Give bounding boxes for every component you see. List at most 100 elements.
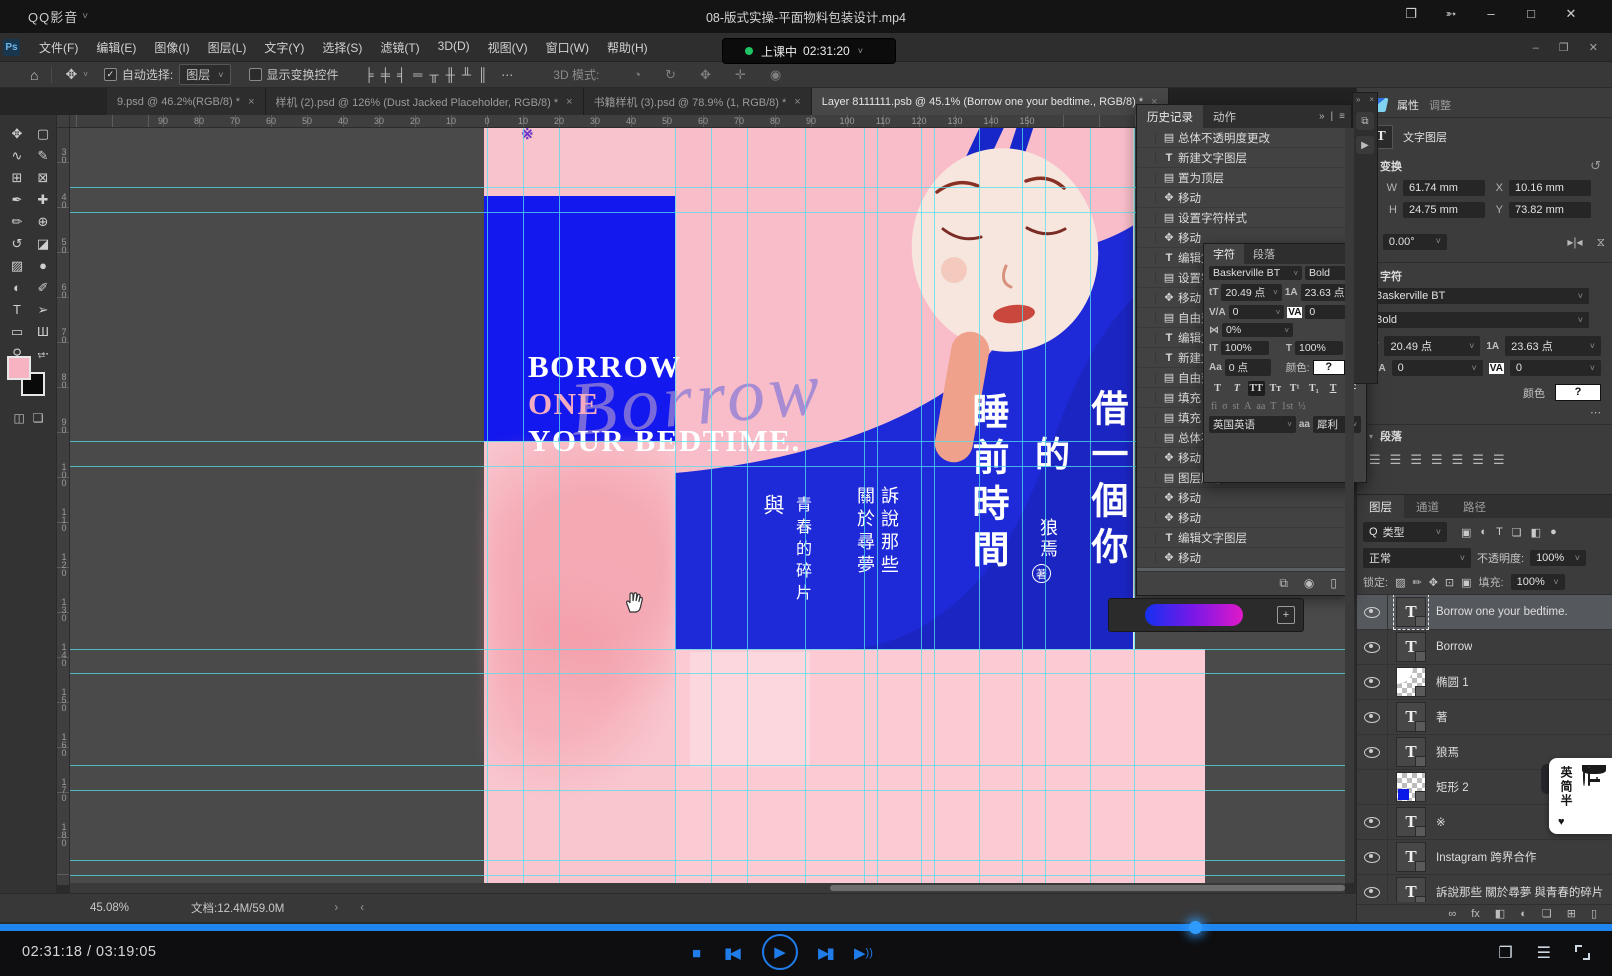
visibility-toggle[interactable] — [1357, 735, 1388, 769]
move-tool[interactable]: ✥ — [5, 123, 29, 144]
layer-mask-icon[interactable]: ◧ — [1495, 907, 1505, 920]
ligature-icon[interactable]: T — [1270, 401, 1276, 412]
horizontal-scrollbar-thumb[interactable] — [830, 885, 1345, 891]
ligature-icon[interactable]: σ — [1222, 401, 1227, 412]
play-action-icon[interactable]: ▶ — [1356, 136, 1374, 154]
tab-actions[interactable]: 动作 — [1203, 105, 1246, 128]
menu-item[interactable]: 窗口(W) — [537, 39, 598, 56]
history-source-checkbox[interactable] — [1137, 132, 1156, 144]
paragraph-section-label[interactable]: 段落 — [1380, 428, 1402, 444]
drag-3d-icon[interactable]: ✥ — [700, 67, 711, 83]
status-collapse-icon[interactable]: ‹ — [360, 902, 386, 914]
tab-adjustments[interactable]: 调整 — [1429, 97, 1451, 113]
ps-restore-icon[interactable]: ❐ — [1559, 41, 1569, 54]
history-source-checkbox[interactable] — [1137, 412, 1156, 424]
layer-row[interactable]: 著 — [1357, 700, 1612, 735]
align-left-icon[interactable]: ╞ — [365, 67, 374, 82]
foreground-color-swatch[interactable] — [7, 356, 31, 380]
superscript-toggle[interactable]: T¹ — [1286, 381, 1303, 396]
props-font-dropdown[interactable]: Baskerville BT˅ — [1369, 288, 1589, 304]
dock-close-icon[interactable]: × — [1369, 95, 1374, 104]
text-color-swatch[interactable]: ? — [1313, 360, 1345, 375]
ps-minimize-icon[interactable]: – — [1533, 42, 1539, 54]
flip-horizontal-icon[interactable]: ▸|◂ — [1567, 235, 1582, 250]
visibility-toggle[interactable] — [1357, 595, 1388, 629]
home-icon[interactable]: ⌂ — [30, 67, 38, 83]
horizontal-scale-field[interactable]: 100% — [1295, 341, 1343, 355]
hand-tool[interactable]: Ш — [31, 321, 55, 342]
distribute-h-icon[interactable]: ═ — [413, 67, 422, 82]
gradient-swatch[interactable] — [1145, 604, 1243, 626]
props-kerning-field[interactable]: 0˅ — [1392, 360, 1483, 376]
layer-style-icon[interactable]: fx — [1471, 908, 1480, 920]
history-source-checkbox[interactable] — [1137, 492, 1156, 504]
document-tab[interactable]: Layer 8111111.psb @ 45.1% (Borrow one yo… — [812, 88, 1169, 115]
move-tool-icon[interactable]: ✥ — [65, 66, 77, 83]
align-center-h-icon[interactable]: ╪ — [381, 67, 390, 82]
history-source-checkbox[interactable] — [1137, 552, 1156, 564]
history-state-row[interactable]: ▤ 置为顶层 — [1137, 168, 1351, 188]
snapshot-icon[interactable]: ❒ — [1498, 943, 1512, 963]
tab-close-icon[interactable]: × — [248, 96, 254, 108]
quick-mask-icon[interactable]: ◫ — [13, 411, 24, 425]
menu-item[interactable]: 选择(S) — [313, 39, 371, 56]
paragraph-align-icon[interactable]: ☰ — [1472, 452, 1484, 468]
visibility-toggle[interactable] — [1357, 630, 1388, 664]
progress-knob[interactable] — [1189, 921, 1202, 934]
history-source-checkbox[interactable] — [1137, 372, 1156, 384]
status-expand-icon[interactable]: › — [334, 902, 360, 914]
dodge-tool[interactable]: ◐ — [5, 277, 29, 298]
tab-close-icon[interactable]: × — [794, 96, 800, 108]
auto-select-target-dropdown[interactable]: 图层˅ — [179, 64, 230, 85]
minimize-icon[interactable]: – — [1482, 6, 1500, 22]
baseline-shift-field[interactable]: 0 点 — [1225, 359, 1271, 376]
filter-type-icon[interactable]: T — [1496, 526, 1503, 539]
align-top-icon[interactable]: ╥ — [429, 67, 438, 82]
fill-field[interactable]: 100%˅ — [1511, 574, 1565, 590]
layer-row[interactable]: Borrow one your bedtime. — [1357, 595, 1612, 630]
history-state-row[interactable]: ✥ 移动 — [1137, 548, 1351, 568]
delete-layer-icon[interactable]: ▯ — [1591, 907, 1597, 920]
blur-tool[interactable]: ● — [31, 255, 55, 276]
panel-menu-icon[interactable]: ≡ — [1339, 111, 1345, 122]
clone-stamp-tool[interactable]: ⊕ — [31, 211, 55, 232]
new-layer-icon[interactable]: ⊞ — [1567, 907, 1576, 920]
crop-tool[interactable]: ⊞ — [5, 167, 29, 188]
camera-3d-icon[interactable]: ◉ — [770, 67, 781, 83]
filter-pixel-icon[interactable]: ▣ — [1461, 526, 1471, 539]
reset-transform-icon[interactable]: ↺ — [1590, 158, 1601, 174]
frame-tool[interactable]: ⊠ — [31, 167, 55, 188]
history-source-checkbox[interactable] — [1137, 472, 1156, 484]
next-button[interactable]: ▶▮ — [818, 944, 832, 962]
vertical-ruler[interactable]: 2030405060708090100110120130140150160170… — [57, 128, 70, 885]
maximize-icon[interactable]: □ — [1522, 6, 1540, 22]
rectangle-tool[interactable]: ▭ — [5, 321, 29, 342]
menu-item[interactable]: 图层(L) — [199, 39, 256, 56]
dock-collapse-icon[interactable]: » — [1356, 95, 1360, 104]
layer-row[interactable]: 椭圆 1 — [1357, 665, 1612, 700]
history-source-checkbox[interactable] — [1137, 532, 1156, 544]
zoom-level[interactable]: 45.08% — [90, 902, 129, 914]
opacity-field[interactable]: 100%˅ — [1530, 550, 1586, 566]
vertical-scale-field[interactable]: 100% — [1221, 341, 1269, 355]
paragraph-align-icon[interactable]: ☰ — [1410, 452, 1422, 468]
screen-mode-icon[interactable]: ❏ — [33, 411, 44, 425]
props-size-field[interactable]: 20.49 点˅ — [1384, 336, 1480, 356]
eraser-tool[interactable]: ◪ — [31, 233, 55, 254]
history-source-checkbox[interactable] — [1137, 232, 1156, 244]
props-leading-field[interactable]: 23.63 点˅ — [1505, 336, 1601, 356]
badge-chevron-icon[interactable]: ˅ — [858, 46, 863, 56]
align-center-v-icon[interactable]: ╫ — [446, 67, 455, 82]
align-bottom-icon[interactable]: ╨ — [462, 67, 471, 82]
history-state-row[interactable]: ✥ 移动 — [1137, 488, 1351, 508]
lock-transparent-icon[interactable]: ▨ — [1395, 576, 1405, 589]
marquee-tool[interactable]: ▢ — [31, 123, 55, 144]
swap-colors-icon[interactable]: ⇄ — [38, 350, 46, 361]
paragraph-align-icon[interactable]: ☰ — [1431, 452, 1443, 468]
ligature-icon[interactable]: A — [1244, 401, 1251, 412]
type-tool[interactable]: T — [5, 299, 29, 320]
mini-mode-icon[interactable]: ❐ — [1402, 6, 1420, 22]
vertical-scrollbar[interactable] — [1345, 128, 1354, 883]
ligature-icon[interactable]: aa — [1256, 401, 1265, 412]
delete-state-icon[interactable]: ▯ — [1330, 576, 1337, 590]
